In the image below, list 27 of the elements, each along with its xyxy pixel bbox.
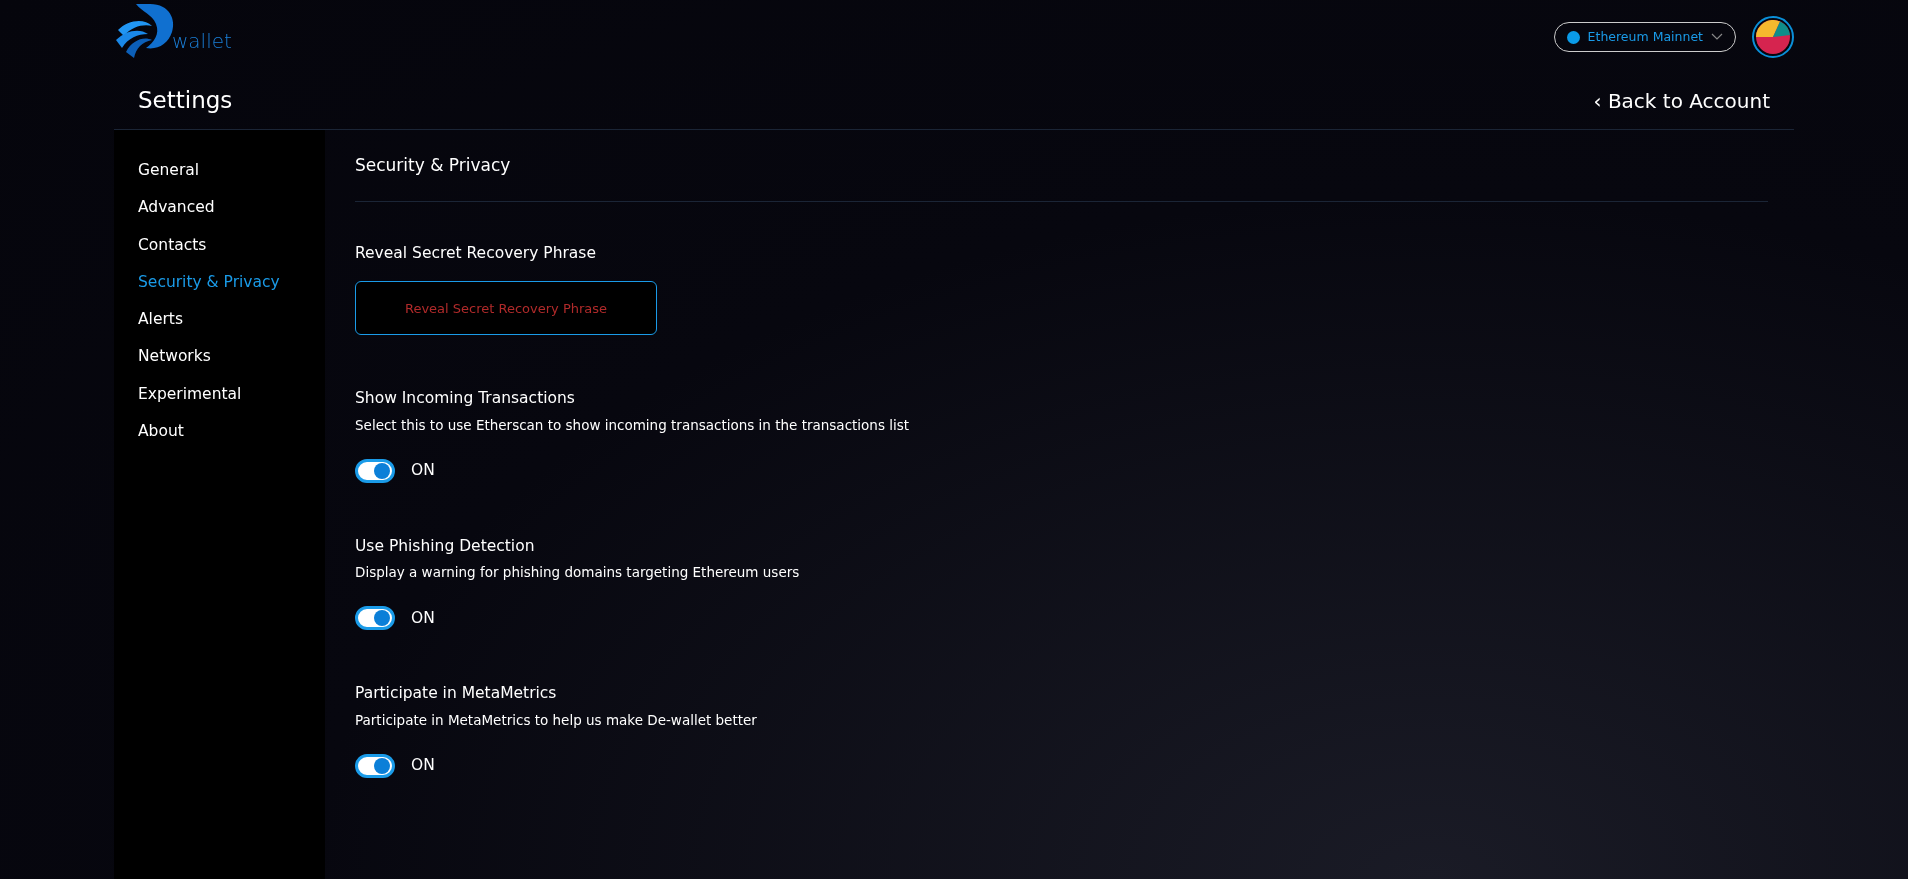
setting-description: Display a warning for phishing domains targeting Ethereum users: [355, 563, 801, 582]
setting-title: Use Phishing Detection: [355, 535, 536, 557]
toggle-switch[interactable]: [355, 606, 395, 631]
back-to-account-link[interactable]: ‹ Back to Account: [1593, 85, 1770, 116]
setting-title: Show Incoming Transactions: [355, 388, 576, 410]
sidebar-item[interactable]: About: [114, 412, 325, 450]
sidebar-item[interactable]: Alerts: [114, 301, 325, 339]
setting-title: Reveal Secret Recovery Phrase: [355, 243, 597, 264]
setting-description: Select this to use Etherscan to show incoming transactions in the transactions list: [355, 415, 911, 435]
chevron-down-icon: [1711, 33, 1723, 41]
sidebar-item[interactable]: General: [114, 152, 325, 190]
toggle-state-label: ON: [411, 607, 435, 629]
toggle-state-label: ON: [411, 460, 435, 482]
toggle-state-label: ON: [411, 755, 435, 777]
sidebar-item[interactable]: Experimental: [114, 375, 325, 413]
setting-description: Participate in MetaMetrics to help us make De-wallet better: [355, 710, 758, 730]
setting-title: Participate in MetaMetrics: [355, 683, 558, 705]
logo-text: wallet: [172, 28, 232, 55]
sidebar-item[interactable]: Contacts: [114, 226, 325, 264]
toggle-switch[interactable]: [355, 753, 395, 778]
sidebar-item[interactable]: Advanced: [114, 189, 325, 227]
section-title: Security & Privacy: [355, 153, 511, 177]
page-title: Settings: [138, 86, 233, 116]
sidebar-item[interactable]: Security & Privacy: [114, 263, 325, 301]
account-avatar[interactable]: [1752, 16, 1794, 58]
toggle-switch[interactable]: [355, 458, 395, 483]
sidebar-item[interactable]: Networks: [114, 338, 325, 376]
